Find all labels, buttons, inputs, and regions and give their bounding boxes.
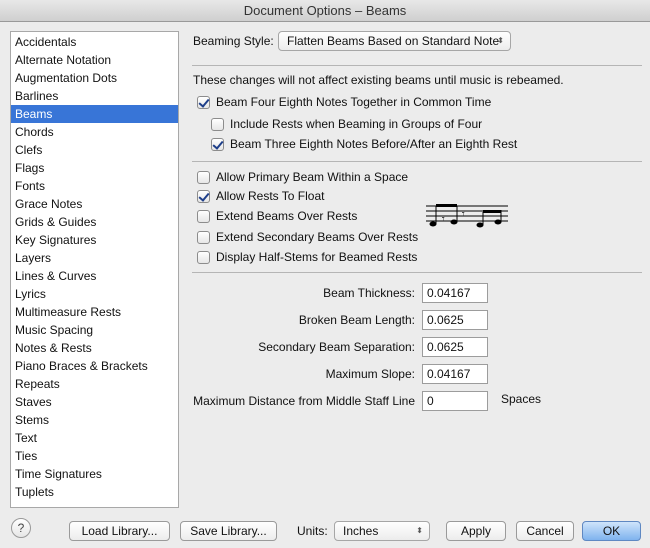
sidebar-item[interactable]: Flags [11, 159, 178, 177]
checkbox-option[interactable]: Allow Rests To Float [197, 188, 325, 204]
checkbox-label: Display Half-Stems for Beamed Rests [216, 250, 418, 264]
cancel-button[interactable]: Cancel [516, 521, 574, 541]
field-label: Beam Thickness: [323, 286, 415, 300]
checkbox-unchecked-icon[interactable] [197, 250, 210, 264]
sidebar-item[interactable]: Notes & Rests [11, 339, 178, 357]
checkbox-option[interactable]: Allow Primary Beam Within a Space [197, 169, 408, 185]
sidebar-item[interactable]: Ties [11, 447, 178, 465]
sidebar-item[interactable]: Chords [11, 123, 178, 141]
sidebar-item[interactable]: Stems [11, 411, 178, 429]
units-label: Units: [297, 524, 328, 538]
sidebar-item[interactable]: Multimeasure Rests [11, 303, 178, 321]
value-input[interactable]: 0.0625 [422, 310, 488, 330]
checkbox-label: Beam Four Eighth Notes Together in Commo… [216, 95, 492, 109]
sidebar-item[interactable]: Grace Notes [11, 195, 178, 213]
load-library-button[interactable]: Load Library... [69, 521, 170, 541]
sidebar-item[interactable]: Clefs [11, 141, 178, 159]
sidebar-item[interactable]: Piano Braces & Brackets [11, 357, 178, 375]
sidebar-item[interactable]: Text [11, 429, 178, 447]
svg-text:𝄾: 𝄾 [442, 214, 445, 225]
spaces-unit-label: Spaces [501, 392, 542, 406]
checkbox-label: Beam Three Eighth Notes Before/After an … [230, 137, 518, 151]
help-button[interactable]: ? [11, 518, 31, 538]
checkbox-checked-icon[interactable] [197, 95, 210, 109]
value-input[interactable]: 0.04167 [422, 283, 488, 303]
checkbox-label: Allow Primary Beam Within a Space [216, 170, 409, 184]
sidebar-item[interactable]: Tuplets [11, 483, 178, 501]
window-title: Document Options – Beams [0, 0, 650, 22]
checkbox-option[interactable]: Include Rests when Beaming in Groups of … [211, 116, 482, 132]
field-label: Maximum Distance from Middle Staff Line [193, 394, 415, 408]
value-input[interactable]: 0 [422, 391, 488, 411]
checkbox-unchecked-icon[interactable] [211, 117, 224, 131]
sidebar-item[interactable]: Lines & Curves [11, 267, 178, 285]
updown-arrow-icon: ⬍ [416, 526, 423, 535]
checkbox-option[interactable]: Extend Secondary Beams Over Rests [197, 229, 418, 245]
sidebar-item[interactable]: Lyrics [11, 285, 178, 303]
checkbox-option[interactable]: Beam Four Eighth Notes Together in Commo… [197, 94, 491, 110]
sidebar-item[interactable]: Time Signatures [11, 465, 178, 483]
notice-text: These changes will not affect existing b… [193, 73, 564, 87]
updown-arrow-icon: ⬍ [497, 36, 504, 45]
svg-text:𝄾: 𝄾 [462, 209, 465, 220]
checkbox-label: Extend Secondary Beams Over Rests [216, 230, 419, 244]
sidebar-item[interactable]: Alternate Notation [11, 51, 178, 69]
checkbox-option[interactable]: Display Half-Stems for Beamed Rests [197, 249, 417, 265]
sidebar-item[interactable]: Repeats [11, 375, 178, 393]
checkbox-option[interactable]: Extend Beams Over Rests [197, 208, 357, 224]
checkbox-unchecked-icon[interactable] [197, 170, 210, 184]
checkbox-label: Extend Beams Over Rests [216, 209, 358, 223]
value-input[interactable]: 0.0625 [422, 337, 488, 357]
field-label: Broken Beam Length: [298, 313, 415, 327]
apply-button[interactable]: Apply [446, 521, 506, 541]
sidebar-item[interactable]: Barlines [11, 87, 178, 105]
sidebar-item[interactable]: Key Signatures [11, 231, 178, 249]
beaming-style-select[interactable]: Flatten Beams Based on Standard Note ⬍ [278, 31, 511, 51]
sidebar-item[interactable]: Music Spacing [11, 321, 178, 339]
beam-preview-image: 𝄾 𝄾 [426, 204, 508, 228]
category-list[interactable]: Accidentals Alternate Notation Augmentatio… [10, 31, 179, 508]
checkbox-checked-icon[interactable] [211, 137, 224, 151]
field-label: Secondary Beam Separation: [258, 340, 415, 354]
field-label: Maximum Slope: [325, 367, 415, 381]
ok-button[interactable]: OK [582, 521, 641, 541]
checkbox-label: Allow Rests To Float [216, 189, 325, 203]
units-select[interactable]: Inches ⬍ [334, 521, 430, 541]
divider [192, 272, 642, 273]
checkbox-label: Include Rests when Beaming in Groups of … [230, 117, 483, 131]
divider [192, 65, 642, 66]
sidebar-item[interactable]: Grids & Guides [11, 213, 178, 231]
divider [192, 161, 642, 162]
sidebar-item[interactable]: Staves [11, 393, 178, 411]
sidebar-item[interactable]: Accidentals [11, 33, 178, 51]
checkbox-checked-icon[interactable] [197, 189, 210, 203]
beaming-style-label: Beaming Style: [193, 34, 274, 48]
checkbox-unchecked-icon[interactable] [197, 230, 210, 244]
checkbox-option[interactable]: Beam Three Eighth Notes Before/After an … [211, 136, 517, 152]
value-input[interactable]: 0.04167 [422, 364, 488, 384]
beaming-style-value: Flatten Beams Based on Standard Note [287, 34, 500, 48]
sidebar-item[interactable]: Beams [11, 105, 178, 123]
save-library-button[interactable]: Save Library... [180, 521, 277, 541]
units-value: Inches [343, 524, 379, 538]
sidebar-item[interactable]: Augmentation Dots [11, 69, 178, 87]
checkbox-unchecked-icon[interactable] [197, 209, 210, 223]
sidebar-item[interactable]: Fonts [11, 177, 178, 195]
sidebar-item[interactable]: Layers [11, 249, 178, 267]
